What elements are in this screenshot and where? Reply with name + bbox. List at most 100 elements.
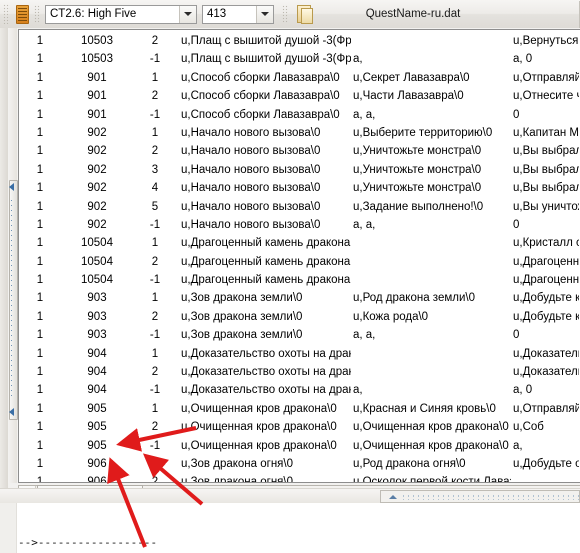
table-cell[interactable]: 1 [19,87,61,105]
table-cell[interactable]: u,Вернуться к Ольф Адамсу\0 [511,32,579,50]
table-cell[interactable]: 2 [133,363,177,381]
pane-splitter[interactable] [0,488,580,504]
table-cell[interactable]: u,Уничтожьте монстра\0 [351,161,511,179]
table-cell[interactable]: 1 [19,106,61,124]
table-cell[interactable]: u,Начало нового вызова\0 [177,142,351,160]
table-cell[interactable]: u,Доказательство охоты на дракона - драк… [177,345,351,363]
table-cell[interactable]: 903 [61,308,133,326]
table-cell[interactable]: 905 [61,400,133,418]
chevron-down-icon[interactable] [179,5,196,23]
table-cell[interactable]: 902 [61,124,133,142]
table-cell[interactable]: 901 [61,87,133,105]
table-cell[interactable]: 0 [511,106,579,124]
table-cell[interactable]: 1 [133,124,177,142]
table-cell[interactable]: a, a, [351,216,511,234]
table-row[interactable]: 1105041u,Драгоценный камень дракона земл… [19,234,579,252]
table-cell[interactable]: 4 [133,179,177,197]
table-cell[interactable]: 1 [19,253,61,271]
table-cell[interactable]: u,Добудьте кожу Дракона Тарас [511,308,579,326]
table-cell[interactable]: u,Уничтожьте монстра\0 [351,142,511,160]
table-cell[interactable]: u,Очищенная кров дракона\0 [351,418,511,436]
table-cell[interactable]: a, 0 [511,50,579,68]
table-cell[interactable]: u,Зов дракона земли\0 [177,326,351,344]
table-cell[interactable]: u,Драгоценный камень дракона земли\0 [177,253,351,271]
table-cell[interactable]: u,Вы выбрали задание г [511,161,579,179]
table-cell[interactable]: 2 [133,87,177,105]
table-cell[interactable]: u,Способ сборки Лавазавра\0 [177,69,351,87]
table-cell[interactable]: 905 [61,418,133,436]
table-cell[interactable]: 0 [511,216,579,234]
table-cell[interactable]: 2 [133,253,177,271]
table-cell[interactable]: u,Род дракона земли\0 [351,289,511,307]
table-cell[interactable]: u,Вы выбрали задание г [511,142,579,160]
table-cell[interactable]: 1 [133,234,177,252]
log-pane[interactable]: -->------------------ Открытие файла: Qu… [0,503,580,553]
table-cell[interactable] [351,253,511,271]
table-cell[interactable]: 1 [19,234,61,252]
table-cell[interactable]: u,Добудьте кожу Драко [511,289,579,307]
table-cell[interactable]: 1 [19,142,61,160]
table-cell[interactable]: a, a, [351,326,511,344]
table-row[interactable]: 1 906 2 u,Зов дракона огня\0 u,Осколок перво… [19,473,579,482]
table-row[interactable]: 1 903 2 u,Зов дракона земли\0 u,Кожа рода\0 u… [19,308,579,326]
table-cell[interactable]: u,Плащ с вышитой душой -3(Фринтеза)\0 [177,50,351,68]
table-row[interactable]: 1 901 1 u,Способ сборки Лавазавра\0 u,Секрет… [19,69,579,87]
table-cell[interactable]: 1 [133,69,177,87]
table-cell[interactable]: u,Очищенная кров дракона\0 [351,437,511,455]
table-cell[interactable]: a, [511,437,579,455]
table-cell[interactable]: u,Зов дракона огня\0 [177,455,351,473]
table-cell[interactable] [351,363,511,381]
table-cell[interactable]: 2 [133,473,177,482]
table-row[interactable]: 1 905 -1 u,Очищенная кров дракона\0 u,Очищен… [19,437,579,455]
table-cell[interactable] [351,234,511,252]
table-cell[interactable]: 1 [19,198,61,216]
data-grid[interactable]: 1105032u,Плащ с вышитой душой -3(Фринтез… [18,29,580,483]
table-cell[interactable]: 901 [61,106,133,124]
table-cell[interactable]: u,Осколок первой кости Лавазавра\0u,Добу… [351,473,511,482]
table-cell[interactable]: 1 [19,308,61,326]
triangle-left-icon[interactable] [9,183,14,191]
table-cell[interactable]: 903 [61,289,133,307]
table-cell[interactable]: 904 [61,363,133,381]
table-cell[interactable]: 1 [19,179,61,197]
table-cell[interactable]: u,Начало нового вызова\0 [177,198,351,216]
table-cell[interactable]: u,Выберите территорию\0 [351,124,511,142]
table-cell[interactable]: 1 [19,271,61,289]
table-cell[interactable]: -1 [133,216,177,234]
table-cell[interactable]: 1 [19,50,61,68]
table-cell[interactable]: u,Зов дракона земли\0 [177,308,351,326]
table-cell[interactable]: 1 [19,32,61,50]
table-cell[interactable]: 10504 [61,234,133,252]
table-cell[interactable]: 2 [133,142,177,160]
table-cell[interactable]: u,Зов дракона огня\0 [177,473,351,482]
table-cell[interactable]: 1 [133,455,177,473]
table-row[interactable]: 1 901 2 u,Способ сборки Лавазавра\0 u,Части … [19,87,579,105]
table-cell[interactable]: 1 [19,381,61,399]
table-cell[interactable]: 901 [61,69,133,87]
table-cell[interactable]: 1 [19,124,61,142]
chevron-down-icon[interactable] [256,5,273,23]
table-cell[interactable]: 10504 [61,253,133,271]
table-row[interactable]: 1 906 1 u,Зов дракона огня\0 u,Род дракона о… [19,455,579,473]
toolbar-separator-grip-1[interactable] [34,5,40,23]
table-row[interactable]: 19041u,Доказательство охоты на дракона -… [19,345,579,363]
table-cell[interactable]: u,Драгоценный камень дракона земли\0 [177,234,351,252]
table-cell[interactable]: u,Способ сборки Лавазавра\0 [177,106,351,124]
table-row[interactable]: 1 905 1 u,Очищенная кров дракона\0 u,Красная… [19,400,579,418]
table-cell[interactable]: 904 [61,381,133,399]
table-cell[interactable]: u,Драгоценный камень дракона з [511,271,579,289]
table-cell[interactable]: -1 [133,271,177,289]
table-cell[interactable]: u,Кристалл с энергией дракона зе [511,234,579,252]
table-row[interactable]: 1 902 4 u,Начало нового вызова\0 u,Уничтожьт… [19,179,579,197]
table-cell[interactable]: 904 [61,345,133,363]
table-cell[interactable]: -1 [133,50,177,68]
table-cell[interactable]: u,Задание выполнено!\0 [351,198,511,216]
table-cell[interactable]: 1 [19,326,61,344]
table-row[interactable]: 1 902 -1 u,Начало нового вызова\0 a, a, 0 [19,216,579,234]
table-cell[interactable]: 1 [19,69,61,87]
table-cell[interactable]: 1 [133,289,177,307]
table-row[interactable]: 1 903 1 u,Зов дракона земли\0 u,Род дракона … [19,289,579,307]
table-cell[interactable]: u,Отправляйте [511,69,579,87]
toolbar-drag-grip[interactable] [3,4,10,24]
table-cell[interactable]: 10504 [61,271,133,289]
